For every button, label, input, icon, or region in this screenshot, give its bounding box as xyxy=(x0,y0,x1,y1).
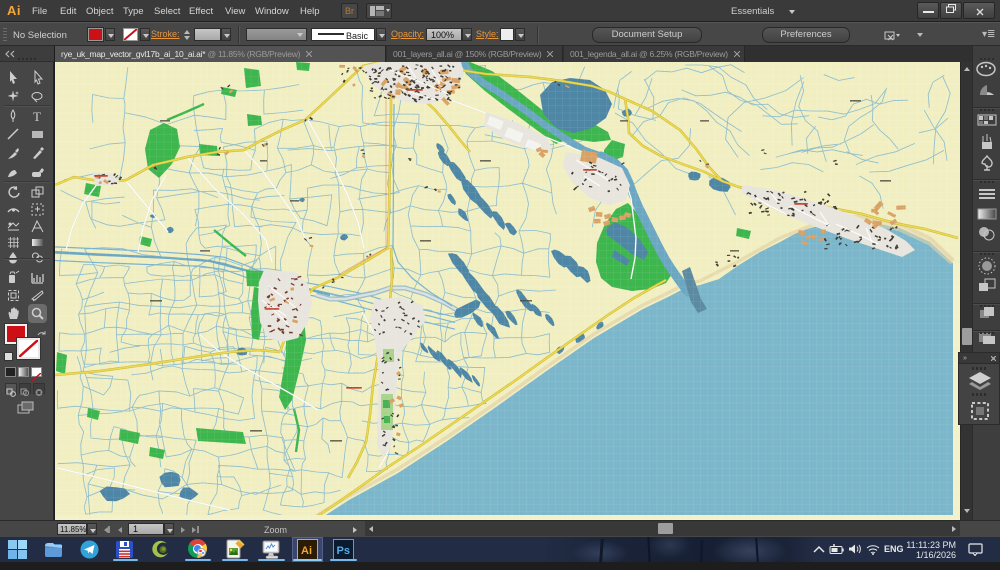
svg-text:T: T xyxy=(33,109,41,124)
svg-text:Ai: Ai xyxy=(301,545,312,557)
svg-text:Ps: Ps xyxy=(337,545,350,557)
